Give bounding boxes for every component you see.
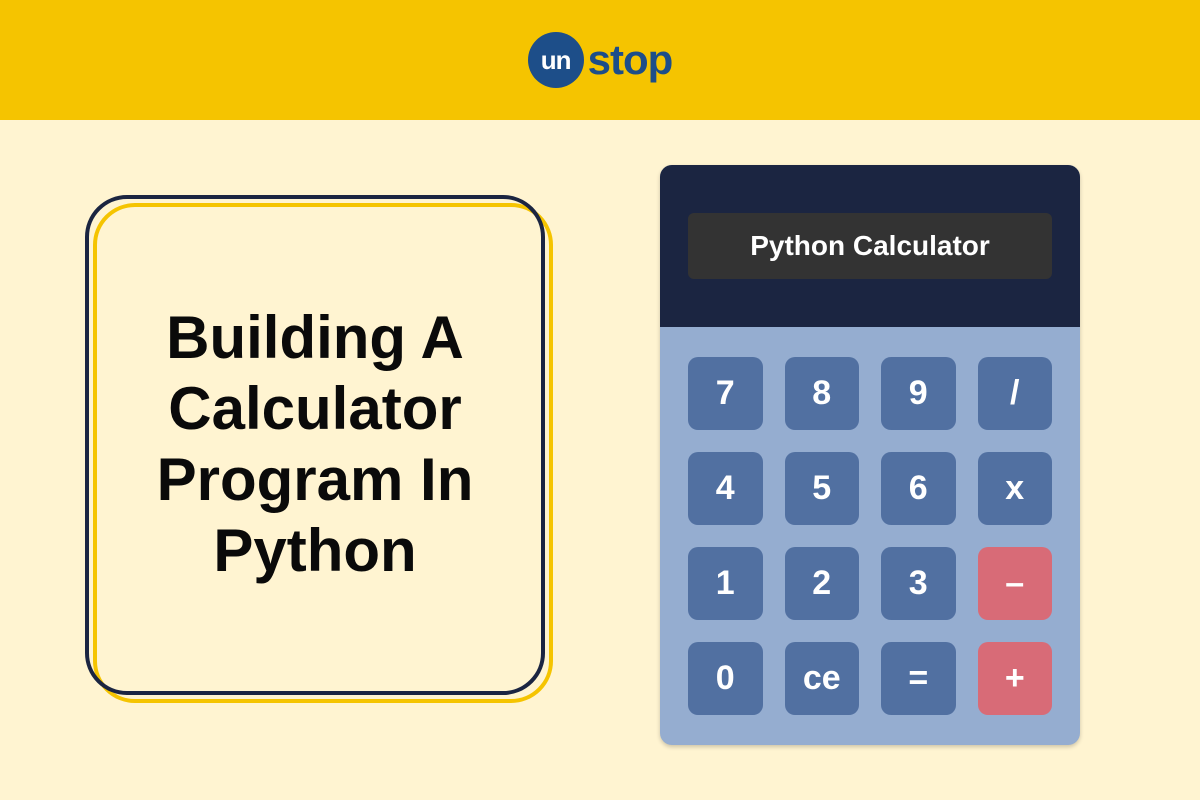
key-minus[interactable]: –	[978, 547, 1053, 620]
key-plus[interactable]: +	[978, 642, 1053, 715]
key-0[interactable]: 0	[688, 642, 763, 715]
key-7[interactable]: 7	[688, 357, 763, 430]
calculator-display: Python Calculator	[688, 213, 1052, 279]
key-8[interactable]: 8	[785, 357, 860, 430]
key-3[interactable]: 3	[881, 547, 956, 620]
key-4[interactable]: 4	[688, 452, 763, 525]
key-9[interactable]: 9	[881, 357, 956, 430]
calculator: Python Calculator 789 / 456x 123– 0 ce = +	[660, 165, 1080, 745]
logo-circle-icon: un	[528, 32, 584, 88]
logo-word: stop	[588, 36, 673, 84]
title-card: Building A Calculator Program In Python	[85, 195, 545, 695]
key-equals[interactable]: =	[881, 642, 956, 715]
key-5[interactable]: 5	[785, 452, 860, 525]
page-title: Building A Calculator Program In Python	[121, 303, 509, 586]
title-card-border: Building A Calculator Program In Python	[85, 195, 545, 695]
calculator-keypad: 789 / 456x 123– 0 ce = +	[660, 327, 1080, 745]
key-divide[interactable]: /	[978, 357, 1053, 430]
header-bar: un stop	[0, 0, 1200, 120]
key-multiply[interactable]: x	[978, 452, 1053, 525]
brand-logo: un stop	[528, 32, 673, 88]
key-clear[interactable]: ce	[785, 642, 860, 715]
key-2[interactable]: 2	[785, 547, 860, 620]
key-6[interactable]: 6	[881, 452, 956, 525]
content-area: Building A Calculator Program In Python …	[0, 120, 1200, 800]
key-1[interactable]: 1	[688, 547, 763, 620]
calculator-head: Python Calculator	[660, 165, 1080, 327]
